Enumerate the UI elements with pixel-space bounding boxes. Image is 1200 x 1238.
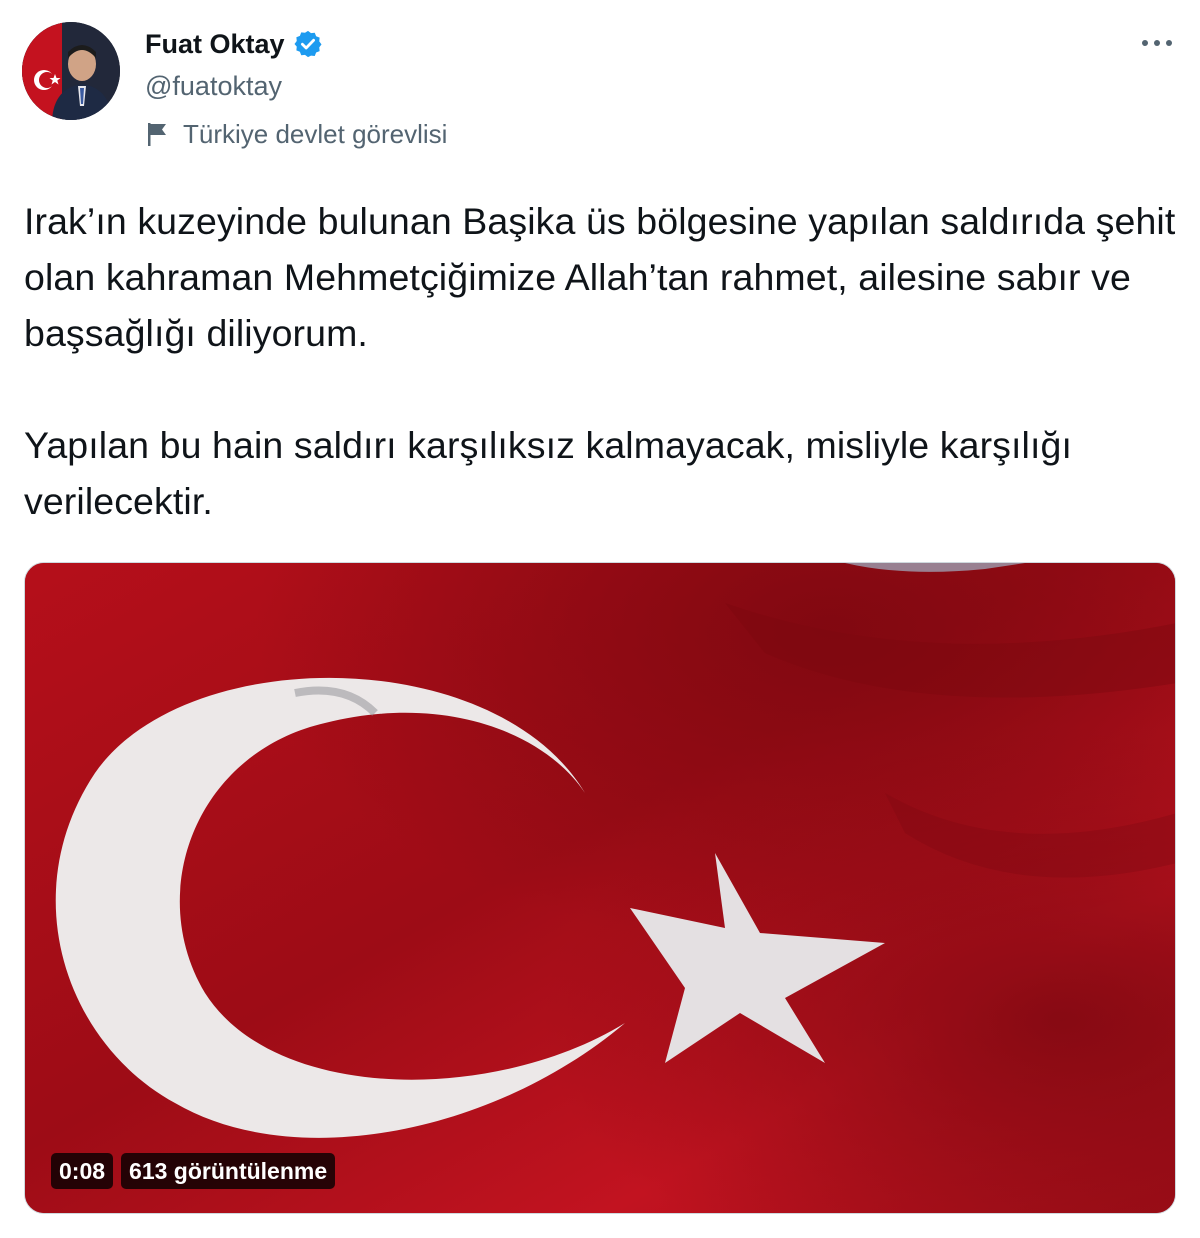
tweet-card: Fuat Oktay @fuatoktay Türkiye devlet gör…: [0, 0, 1200, 1238]
verified-badge-icon: [293, 29, 323, 59]
government-label: Türkiye devlet görevlisi: [145, 116, 447, 152]
turkish-flag-video-frame: [25, 563, 1175, 1213]
government-label-text: Türkiye devlet görevlisi: [183, 119, 448, 149]
author-handle[interactable]: @fuatoktay: [145, 68, 282, 104]
author-name-row[interactable]: Fuat Oktay: [145, 26, 323, 62]
video-duration: 0:08: [51, 1153, 114, 1189]
more-options-button[interactable]: [1140, 28, 1174, 58]
author-name[interactable]: Fuat Oktay: [145, 26, 285, 62]
flag-icon: [145, 120, 171, 148]
video-player[interactable]: 0:08 613 görüntülenme: [24, 562, 1176, 1214]
avatar[interactable]: [22, 22, 120, 120]
tweet-text: Irak’ın kuzeyinde bulunan Başika üs bölg…: [24, 200, 1176, 522]
video-badges: 0:08 613 görüntülenme: [51, 1153, 336, 1189]
video-views: 613 görüntülenme: [121, 1153, 336, 1189]
more-dots-icon: [1142, 40, 1172, 46]
